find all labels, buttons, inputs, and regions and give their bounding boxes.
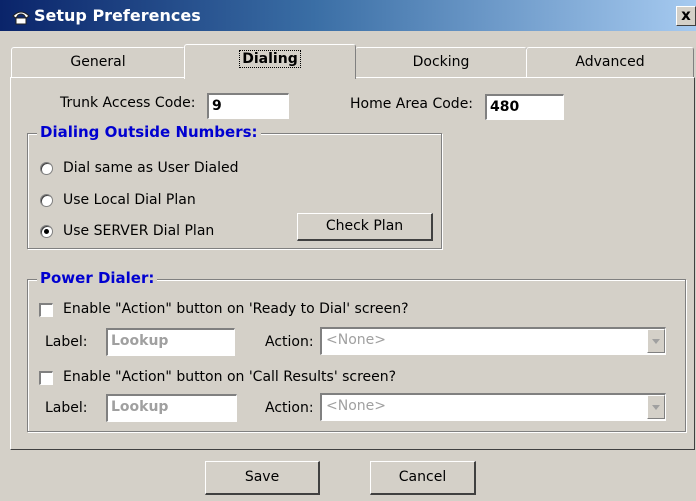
tab-docking-label: Docking <box>412 54 470 70</box>
cancel-label: Cancel <box>398 469 447 485</box>
ready-action-value: <None> <box>326 332 386 348</box>
close-button[interactable]: x <box>676 6 696 26</box>
home-area-code-label: Home Area Code: <box>350 96 474 112</box>
use-server-dial-plan-radio[interactable] <box>40 225 53 238</box>
enable-call-results-label: Enable "Action" button on 'Call Results'… <box>63 369 397 385</box>
results-action-caption: Action: <box>265 400 314 416</box>
trunk-access-code-field[interactable]: 9 <box>207 93 289 119</box>
save-label: Save <box>244 469 280 485</box>
enable-call-results-checkbox[interactable] <box>39 371 53 385</box>
window-title: Setup Preferences <box>34 6 201 25</box>
ready-action-select[interactable]: <None> <box>320 327 666 355</box>
telephone-icon <box>12 11 30 25</box>
enable-ready-to-dial-checkbox[interactable] <box>39 303 53 317</box>
home-area-code-field[interactable]: 480 <box>485 94 564 120</box>
check-plan-button[interactable]: Check Plan <box>297 213 433 241</box>
dial-same-label: Dial same as User Dialed <box>63 160 239 176</box>
tab-dialing[interactable]: Dialing <box>184 44 356 79</box>
tab-advanced-label: Advanced <box>575 54 645 70</box>
use-server-dial-plan-label: Use SERVER Dial Plan <box>63 223 215 239</box>
dial-same-radio[interactable] <box>40 162 53 175</box>
tab-advanced[interactable]: Advanced <box>526 47 694 77</box>
setup-preferences-window: Setup Preferences x General Dialing Dock… <box>0 0 696 501</box>
close-icon: x <box>681 6 691 24</box>
results-action-value: <None> <box>326 398 386 414</box>
save-button[interactable]: Save <box>205 461 320 495</box>
enable-ready-to-dial-label: Enable "Action" button on 'Ready to Dial… <box>63 301 409 317</box>
use-local-dial-plan-radio[interactable] <box>40 194 53 207</box>
ready-action-caption: Action: <box>265 334 314 350</box>
ready-label-field[interactable]: Lookup <box>106 328 235 356</box>
tab-general[interactable]: General <box>11 47 185 77</box>
results-action-select[interactable]: <None> <box>320 393 666 421</box>
title-bar[interactable]: Setup Preferences x <box>0 0 696 31</box>
results-label-field[interactable]: Lookup <box>106 394 237 422</box>
chevron-down-icon[interactable] <box>647 395 665 419</box>
tab-docking[interactable]: Docking <box>355 47 527 77</box>
chevron-down-icon[interactable] <box>647 329 665 353</box>
use-local-dial-plan-label: Use Local Dial Plan <box>63 192 196 208</box>
ready-label-caption: Label: <box>45 334 88 350</box>
results-label-caption: Label: <box>45 400 88 416</box>
tab-dialing-label: Dialing <box>239 50 301 68</box>
power-dialer-title: Power Dialer: <box>37 269 158 287</box>
check-plan-label: Check Plan <box>325 218 404 234</box>
cancel-button[interactable]: Cancel <box>370 461 476 495</box>
dialing-outside-numbers-title: Dialing Outside Numbers: <box>37 123 261 141</box>
trunk-access-code-label: Trunk Access Code: <box>60 95 196 111</box>
tab-general-label: General <box>70 54 126 70</box>
